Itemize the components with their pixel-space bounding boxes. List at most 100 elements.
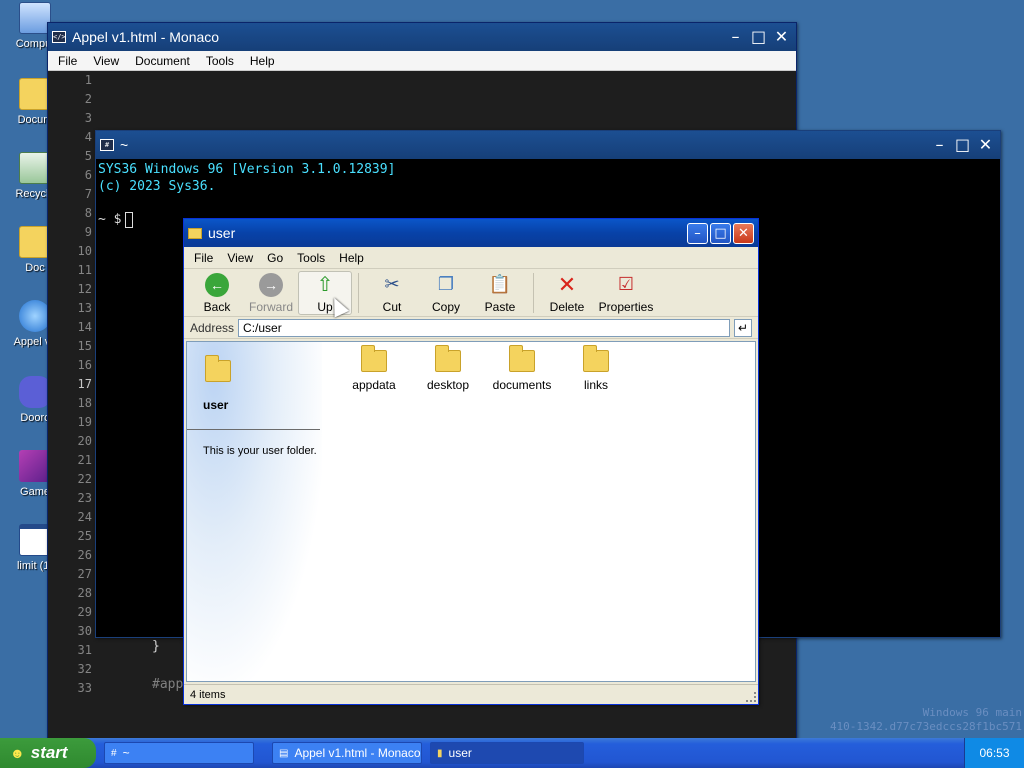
minimize-button[interactable]: – xyxy=(929,135,950,156)
clipboard-icon: 📋 xyxy=(488,274,512,294)
menu-view[interactable]: View xyxy=(93,54,119,68)
taskbar-item-explorer[interactable]: ▮ user xyxy=(430,742,584,764)
line-number: 5 xyxy=(84,149,92,163)
address-input[interactable] xyxy=(238,318,730,337)
folder-label: links xyxy=(583,378,608,392)
explorer-menubar: File View Go Tools Help xyxy=(184,247,758,269)
line-number: 3 xyxy=(84,111,92,125)
properties-label: Properties xyxy=(598,299,654,314)
monaco-titlebar[interactable]: </> Appel v1.html - Monaco – □ ✕ xyxy=(48,23,796,51)
paste-button[interactable]: 📋 Paste xyxy=(473,272,527,314)
folder-label: desktop xyxy=(426,378,470,392)
line-number: 13 xyxy=(77,301,92,315)
line-number: 16 xyxy=(77,358,92,372)
line-number-gutter: 1 2 3 4 5 6 7 8 9 10 11 12 13 14 15 16 17 18 19 20 21 22 23 24 2… xyxy=(48,71,96,698)
folder-icon xyxy=(361,345,387,372)
system-clock[interactable]: 06:53 xyxy=(964,738,1024,768)
folder-item-documents[interactable]: documents xyxy=(485,345,559,392)
menu-tools[interactable]: Tools xyxy=(206,54,234,68)
up-folder-icon: ⇧ xyxy=(316,274,334,296)
line-number: 7 xyxy=(84,187,92,201)
explorer-titlebar[interactable]: user – □ ✕ xyxy=(184,219,758,247)
folder-item-links[interactable]: links xyxy=(559,345,633,392)
toolbar-separator xyxy=(358,272,359,313)
menu-view[interactable]: View xyxy=(227,251,253,265)
start-button[interactable]: ☻ start xyxy=(0,738,96,768)
go-arrow-icon[interactable]: ↵ xyxy=(734,318,752,337)
start-logo-icon: ☻ xyxy=(10,745,25,761)
menu-file[interactable]: File xyxy=(58,54,77,68)
terminal-line: (c) 2023 Sys36. xyxy=(98,179,216,194)
line-number: 11 xyxy=(77,263,92,277)
watermark-line: Windows 96 main xyxy=(922,706,1022,719)
status-bar: 4 items xyxy=(184,684,758,704)
maximize-button[interactable]: □ xyxy=(710,222,731,244)
folder-item-appdata[interactable]: appdata xyxy=(337,345,411,392)
explorer-title: user xyxy=(208,225,236,241)
monaco-menubar: File View Document Tools Help xyxy=(48,51,796,71)
line-number: 10 xyxy=(77,244,92,258)
address-bar: Address ↵ xyxy=(184,317,758,339)
cut-label: Cut xyxy=(382,299,402,314)
line-number: 6 xyxy=(84,168,92,182)
folder-label: documents xyxy=(492,378,552,392)
clock-time: 06:53 xyxy=(979,746,1010,760)
cut-button[interactable]: ✂ Cut xyxy=(365,272,419,314)
back-arrow-icon: ← xyxy=(204,272,230,298)
editor-icon: </> xyxy=(52,31,66,43)
maximize-button[interactable]: □ xyxy=(952,135,973,156)
menu-help[interactable]: Help xyxy=(339,251,364,265)
maximize-button[interactable]: □ xyxy=(748,27,769,48)
forward-button[interactable]: → Forward xyxy=(244,272,298,314)
line-number: 12 xyxy=(77,282,92,296)
line-number: 9 xyxy=(84,225,92,239)
close-button[interactable]: ✕ xyxy=(733,222,754,244)
line-number: 25 xyxy=(77,529,92,543)
close-button[interactable]: ✕ xyxy=(771,27,792,48)
explorer-window[interactable]: user – □ ✕ File View Go Tools Help ← Bac… xyxy=(183,218,759,705)
code-line-33: #app xyxy=(152,677,184,692)
line-number: 21 xyxy=(77,453,92,467)
minimize-button[interactable]: – xyxy=(687,222,708,244)
menu-document[interactable]: Document xyxy=(135,54,190,68)
folder-grid: appdata desktop documents links xyxy=(337,345,633,392)
folder-item-desktop[interactable]: desktop xyxy=(411,345,485,392)
menu-go[interactable]: Go xyxy=(267,251,283,265)
menu-tools[interactable]: Tools xyxy=(297,251,325,265)
properties-icon: ☑ xyxy=(617,274,635,294)
delete-x-icon: ✕ xyxy=(557,271,577,297)
terminal-icon: # xyxy=(111,747,117,759)
delete-button[interactable]: ✕ Delete xyxy=(540,272,594,314)
address-label: Address xyxy=(190,320,235,335)
terminal-title: ~ xyxy=(120,137,129,153)
folder-info-description: This is your user folder. xyxy=(203,445,317,457)
copy-button[interactable]: ❐ Copy xyxy=(419,272,473,314)
paste-label: Paste xyxy=(484,299,516,314)
properties-button[interactable]: ☑ Properties xyxy=(594,272,658,314)
line-number: 8 xyxy=(84,206,92,220)
taskbar-item-terminal[interactable]: # ~ xyxy=(104,742,254,764)
terminal-titlebar[interactable]: # ~ – □ ✕ xyxy=(96,131,1000,159)
folder-view[interactable]: user This is your user folder. appdata d… xyxy=(186,341,756,682)
minimize-button[interactable]: – xyxy=(725,27,746,48)
folder-icon xyxy=(205,355,231,382)
folder-icon xyxy=(583,345,609,372)
copy-label: Copy xyxy=(431,299,460,314)
menu-file[interactable]: File xyxy=(194,251,213,265)
desktop-watermark: Windows 96 main 410-1342.d77c73edccs28f1… xyxy=(830,706,1022,734)
resize-grip[interactable] xyxy=(746,692,756,702)
folder-icon xyxy=(509,345,535,372)
taskbar-item-monaco[interactable]: ▤ Appel v1.html - Monaco xyxy=(272,742,422,764)
line-number: 23 xyxy=(77,491,92,505)
status-text: 4 items xyxy=(190,689,226,701)
close-button[interactable]: ✕ xyxy=(975,135,996,156)
scissors-icon: ✂ xyxy=(384,274,400,294)
menu-help[interactable]: Help xyxy=(250,54,275,68)
code-line-31: } xyxy=(152,639,160,654)
back-label: Back xyxy=(203,299,231,314)
line-number: 24 xyxy=(77,510,92,524)
line-number: 14 xyxy=(77,320,92,334)
back-button[interactable]: ← Back xyxy=(190,272,244,314)
toolbar-separator xyxy=(533,272,534,313)
forward-label: Forward xyxy=(248,299,293,314)
